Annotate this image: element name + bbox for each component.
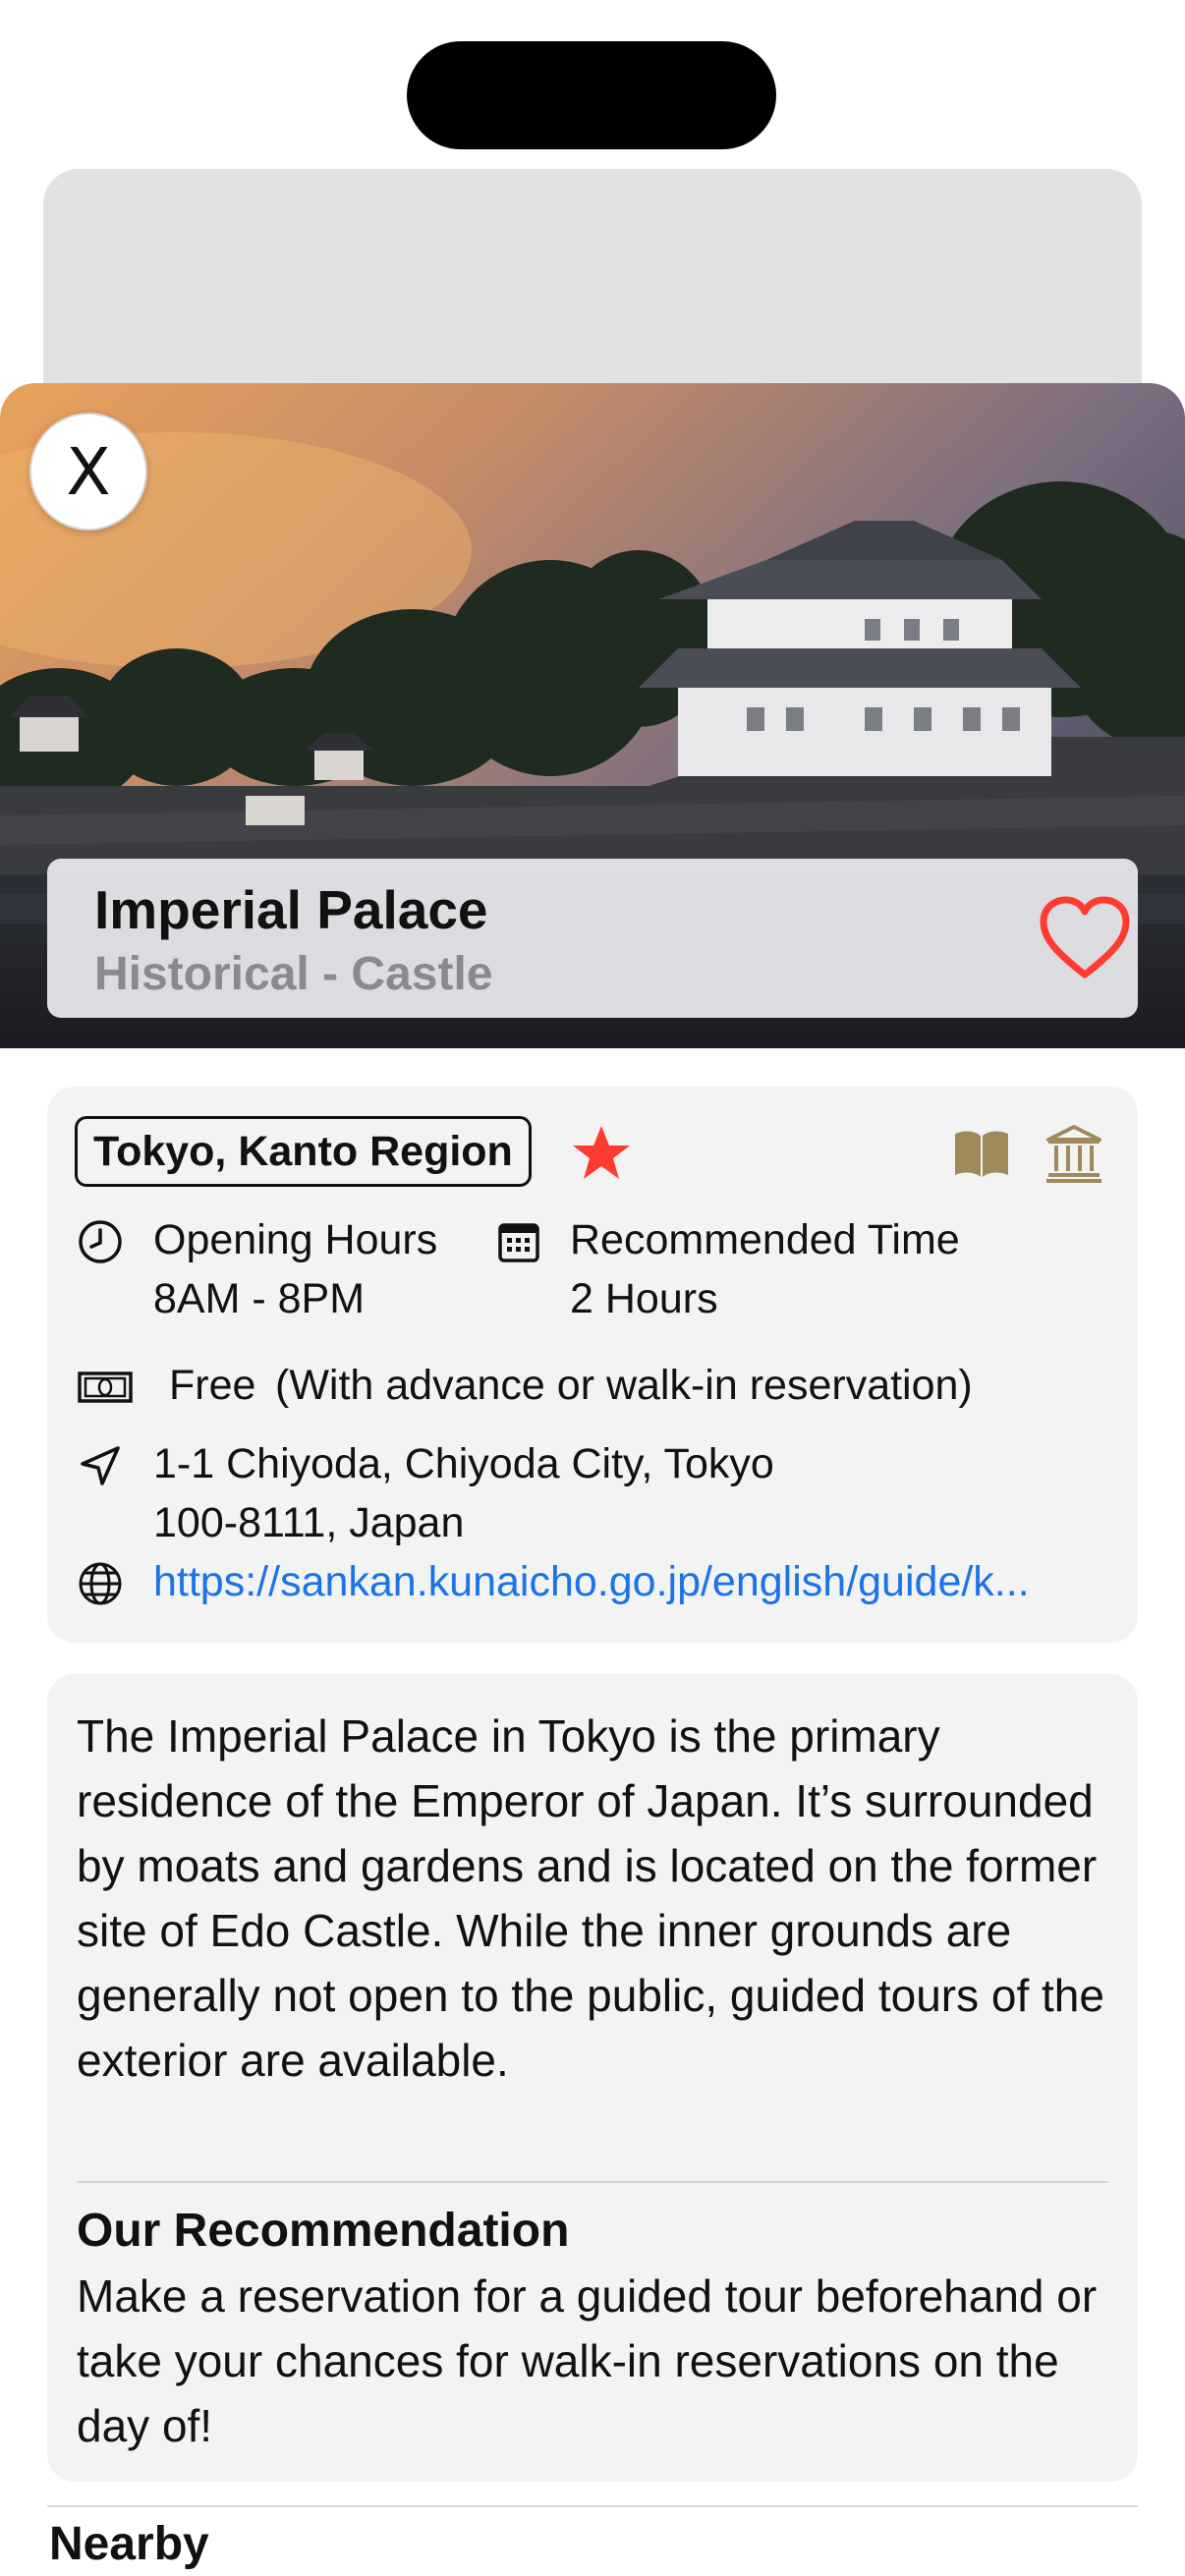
close-icon: X	[66, 433, 111, 510]
money-icon	[78, 1372, 133, 1403]
place-category: Historical - Castle	[94, 948, 493, 1000]
book-icon[interactable]	[951, 1128, 1012, 1181]
recommended-time-label: Recommended Time	[570, 1216, 960, 1263]
opening-hours-label: Opening Hours	[153, 1216, 438, 1263]
section-divider	[47, 2505, 1138, 2507]
nearby-section-title: Nearby	[49, 2518, 209, 2570]
description-text: The Imperial Palace in Tokyo is the prim…	[77, 1710, 1104, 2086]
info-card: Tokyo, Kanto Region Opening Hours 8AM - …	[47, 1087, 1138, 1643]
dynamic-island	[407, 41, 776, 149]
heart-icon[interactable]	[1038, 894, 1132, 982]
recommended-time-value: 2 Hours	[570, 1275, 718, 1322]
calendar-icon	[498, 1223, 539, 1262]
price-note: (With advance or walk-in reservation)	[275, 1362, 973, 1409]
opening-hours-value: 8AM - 8PM	[153, 1275, 366, 1322]
address-line-1[interactable]: 1-1 Chiyoda, Chiyoda City, Tokyo	[153, 1434, 774, 1493]
recommendation-text: Make a reservation for a guided tour bef…	[77, 2270, 1098, 2451]
region-tag[interactable]: Tokyo, Kanto Region	[75, 1116, 532, 1187]
price-value: Free	[169, 1362, 256, 1409]
museum-icon[interactable]	[1045, 1124, 1102, 1183]
divider	[77, 2181, 1108, 2183]
location-arrow-icon	[81, 1446, 120, 1485]
clock-icon	[79, 1220, 122, 1263]
recommendation-title: Our Recommendation	[77, 2205, 570, 2257]
globe-icon	[79, 1562, 122, 1605]
place-title-bar: Imperial Palace Historical - Castle	[47, 859, 1138, 1018]
close-button[interactable]: X	[29, 413, 147, 531]
website-link[interactable]: https://sankan.kunaicho.go.jp/english/gu…	[153, 1552, 1030, 1611]
star-icon	[573, 1126, 630, 1179]
address-line-2[interactable]: 100-8111, Japan	[153, 1493, 464, 1552]
place-name: Imperial Palace	[94, 879, 488, 940]
description-card: The Imperial Palace in Tokyo is the prim…	[47, 1674, 1138, 2482]
